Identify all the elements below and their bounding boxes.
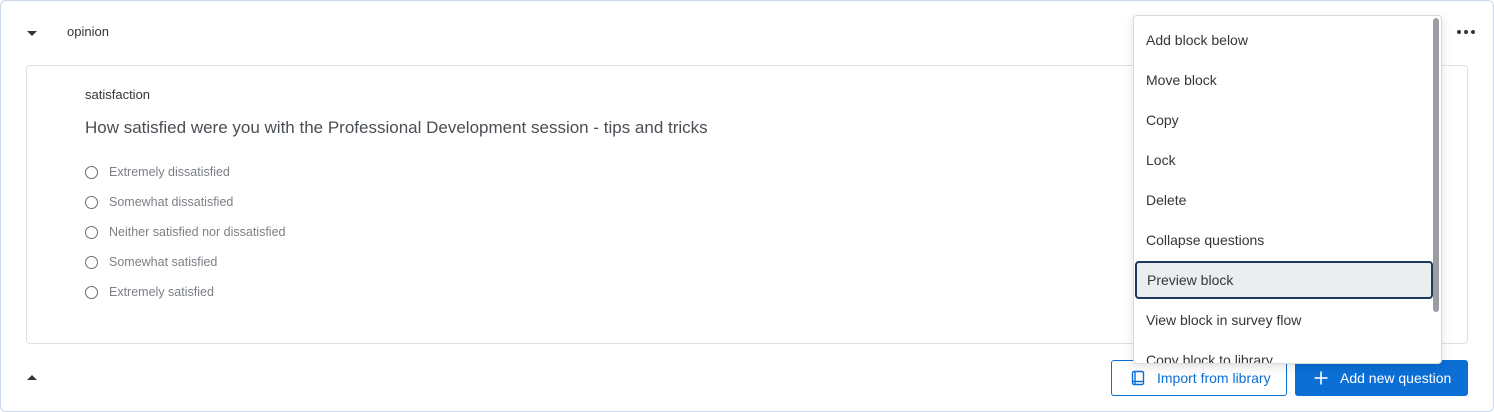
choice-label: Somewhat satisfied (109, 255, 218, 269)
menu-item-view-in-survey-flow[interactable]: View block in survey flow (1134, 300, 1434, 340)
import-from-library-button[interactable]: Import from library (1111, 360, 1287, 396)
menu-item-add-block-below[interactable]: Add block below (1134, 20, 1434, 60)
choice-label: Extremely satisfied (109, 285, 214, 299)
question-export-tag[interactable]: satisfaction (85, 87, 150, 102)
choice-label: Neither satisfied nor dissatisfied (109, 225, 286, 239)
choice-item[interactable]: Extremely satisfied (85, 277, 285, 307)
block-title[interactable]: opinion (67, 24, 109, 39)
menu-scrollbar-thumb[interactable] (1433, 18, 1439, 312)
menu-item-copy-block-to-library[interactable]: Copy block to library (1134, 340, 1434, 363)
menu-scrollbar[interactable] (1432, 16, 1441, 363)
choice-label: Extremely dissatisfied (109, 165, 230, 179)
import-from-library-label: Import from library (1157, 370, 1271, 386)
more-horizontal-icon (1457, 30, 1461, 34)
choice-item[interactable]: Extremely dissatisfied (85, 157, 285, 187)
question-text[interactable]: How satisfied were you with the Professi… (85, 118, 708, 138)
plus-icon (1313, 370, 1329, 386)
book-icon (1130, 370, 1146, 386)
caret-down-icon (27, 31, 37, 36)
menu-item-delete[interactable]: Delete (1134, 180, 1434, 220)
block-options-button[interactable] (1452, 22, 1480, 42)
radio-button[interactable] (85, 225, 98, 239)
choice-list: Extremely dissatisfied Somewhat dissatis… (85, 157, 285, 307)
menu-item-move-block[interactable]: Move block (1134, 60, 1434, 100)
radio-button[interactable] (85, 255, 98, 269)
menu-item-collapse-questions[interactable]: Collapse questions (1134, 220, 1434, 260)
add-new-question-label: Add new question (1340, 370, 1452, 386)
menu-item-preview-block[interactable]: Preview block (1135, 261, 1433, 299)
expand-block-toggle[interactable] (26, 375, 40, 385)
menu-item-copy[interactable]: Copy (1134, 100, 1434, 140)
block-options-menu: Add block below Move block Copy Lock Del… (1133, 15, 1442, 364)
choice-item[interactable]: Somewhat satisfied (85, 247, 285, 277)
choice-label: Somewhat dissatisfied (109, 195, 234, 209)
more-horizontal-icon-dot (1464, 30, 1468, 34)
add-new-question-button[interactable]: Add new question (1295, 360, 1468, 396)
more-horizontal-icon-dot (1471, 30, 1475, 34)
choice-item[interactable]: Somewhat dissatisfied (85, 187, 285, 217)
collapse-block-toggle[interactable] (24, 28, 40, 40)
radio-button[interactable] (85, 165, 98, 179)
radio-button[interactable] (85, 285, 98, 299)
caret-up-icon (27, 375, 37, 380)
radio-button[interactable] (85, 195, 98, 209)
menu-item-lock[interactable]: Lock (1134, 140, 1434, 180)
choice-item[interactable]: Neither satisfied nor dissatisfied (85, 217, 285, 247)
